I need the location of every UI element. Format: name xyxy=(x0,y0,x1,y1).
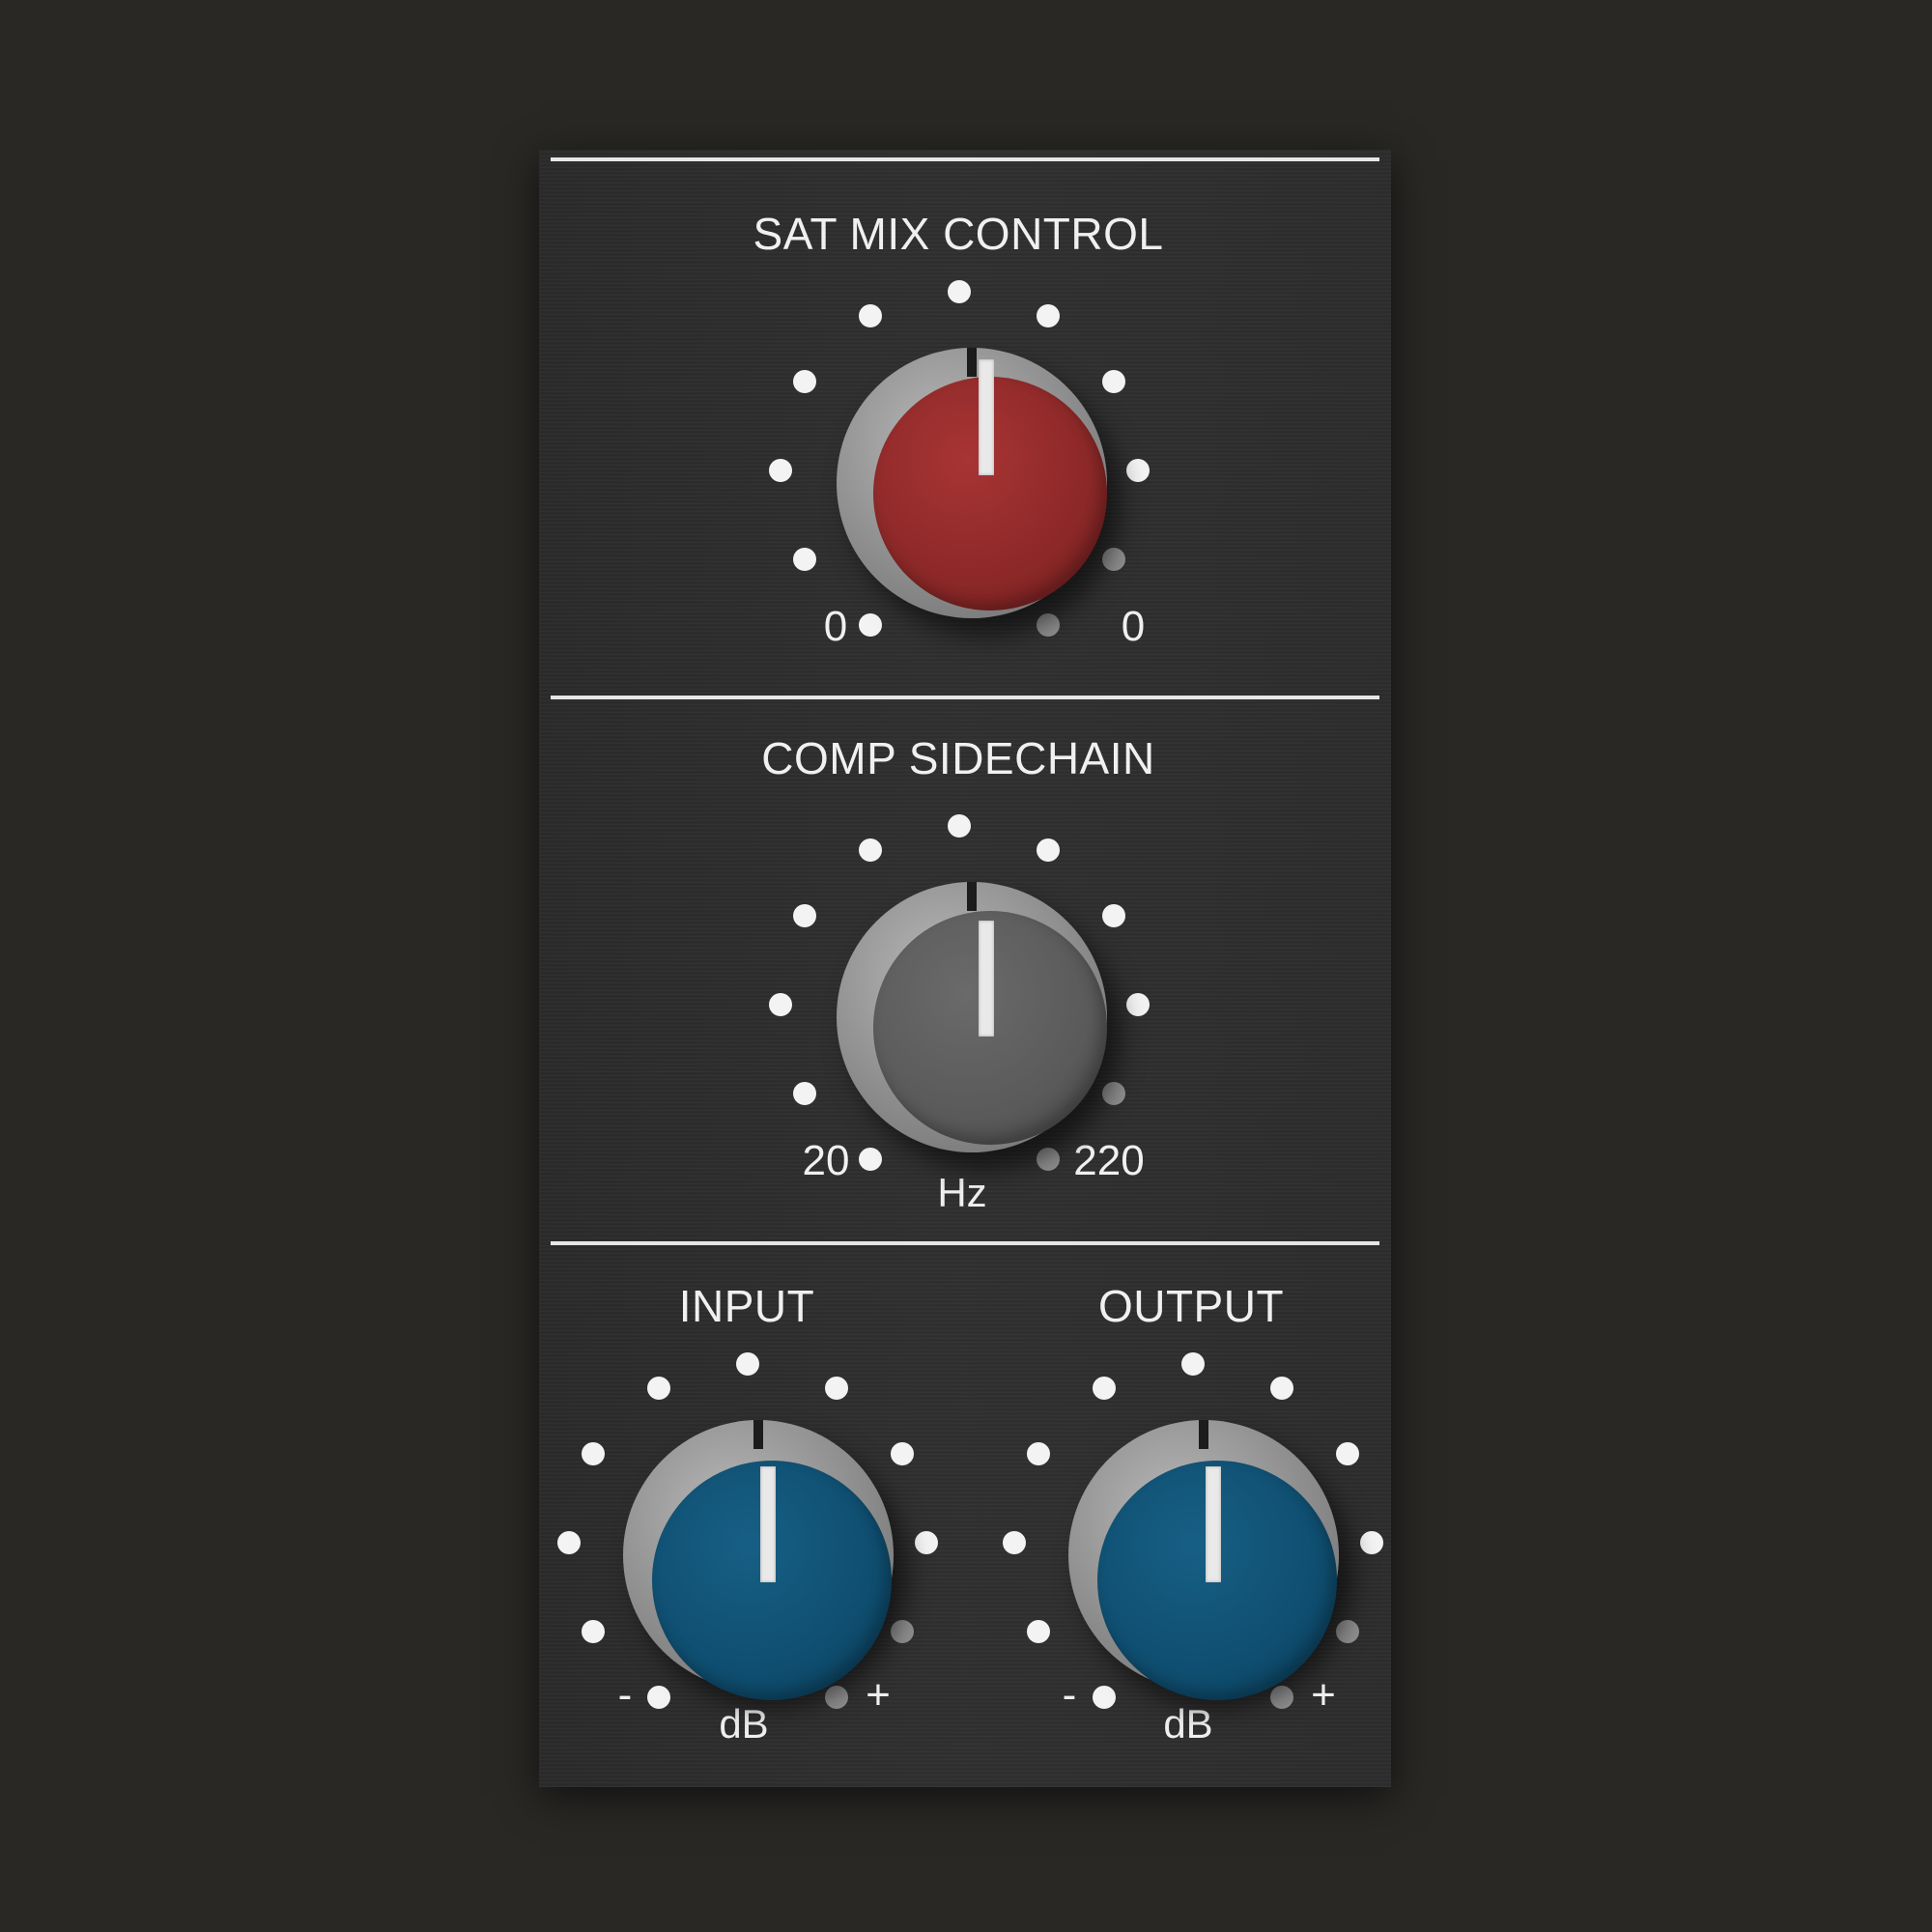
knob-pointer xyxy=(979,921,994,1037)
comp-sidechain-title: COMP SIDECHAIN xyxy=(761,733,1155,783)
scale-dot xyxy=(1027,1442,1050,1465)
input-knob[interactable] xyxy=(623,1420,894,1700)
divider-1 xyxy=(551,696,1379,699)
knob-notch xyxy=(1199,1420,1208,1449)
scale-dot xyxy=(859,1148,882,1171)
scale-dot xyxy=(825,1377,848,1400)
scale-dot xyxy=(1003,1531,1026,1554)
scale-dot xyxy=(1336,1442,1359,1465)
comp-sidechain-max-label: 220 xyxy=(1073,1137,1145,1184)
input-min-label: - xyxy=(617,1671,633,1719)
scale-dot xyxy=(859,304,882,327)
scale-dot xyxy=(948,280,971,303)
comp-sidechain-min-label: 20 xyxy=(802,1137,850,1184)
knob-pointer xyxy=(760,1466,776,1582)
scale-dot xyxy=(1037,838,1060,862)
scale-dot xyxy=(891,1620,914,1643)
scale-dot xyxy=(793,1082,816,1105)
scale-dot xyxy=(859,613,882,637)
output-max-label: + xyxy=(1311,1671,1336,1719)
scale-dot xyxy=(948,814,971,838)
scale-dot xyxy=(1037,613,1060,637)
scale-dot xyxy=(557,1531,581,1554)
scale-dot xyxy=(1126,993,1150,1016)
scale-dot xyxy=(647,1377,670,1400)
scale-dot xyxy=(1102,904,1125,927)
scale-dot xyxy=(582,1620,605,1643)
scale-dot xyxy=(769,993,792,1016)
scale-dot xyxy=(1270,1377,1293,1400)
knob-pointer xyxy=(979,359,994,475)
scale-dot xyxy=(793,904,816,927)
scale-dot xyxy=(1126,459,1150,482)
scale-dot xyxy=(582,1442,605,1465)
scale-dot xyxy=(1102,548,1125,571)
scale-dot xyxy=(647,1686,670,1709)
scale-dot xyxy=(1102,370,1125,393)
sat-mix-min-label: 0 xyxy=(823,603,848,650)
sat-mix-max-label: 0 xyxy=(1121,603,1146,650)
input-unit: dB xyxy=(719,1701,769,1747)
output-title: OUTPUT xyxy=(1097,1281,1285,1331)
scale-dot xyxy=(1037,304,1060,327)
input-title: INPUT xyxy=(678,1281,815,1331)
output-knob[interactable] xyxy=(1068,1420,1339,1700)
input-max-label: + xyxy=(866,1671,891,1719)
sat-mix-title: SAT MIX CONTROL xyxy=(753,209,1164,259)
divider-2 xyxy=(551,1241,1379,1245)
scale-dot xyxy=(891,1442,914,1465)
scale-dot xyxy=(1027,1620,1050,1643)
knob-notch xyxy=(967,348,977,377)
top-divider xyxy=(551,157,1379,161)
scale-dot xyxy=(1037,1148,1060,1171)
sat-mix-knob[interactable] xyxy=(837,348,1107,618)
scale-dot xyxy=(793,548,816,571)
scale-dot xyxy=(793,370,816,393)
knob-pointer xyxy=(1206,1466,1221,1582)
scale-dot xyxy=(1360,1531,1383,1554)
scale-dot xyxy=(1093,1686,1116,1709)
scale-dot xyxy=(1102,1082,1125,1105)
comp-sidechain-unit: Hz xyxy=(937,1170,987,1215)
scale-dot xyxy=(825,1686,848,1709)
scale-dot xyxy=(1093,1377,1116,1400)
scale-dot xyxy=(915,1531,938,1554)
scale-dot xyxy=(1336,1620,1359,1643)
scale-dot xyxy=(769,459,792,482)
knob-notch xyxy=(753,1420,763,1449)
scale-dot xyxy=(859,838,882,862)
knob-notch xyxy=(967,882,977,911)
output-min-label: - xyxy=(1062,1671,1077,1719)
plugin-panel: SAT MIX CONTROL 0 0 COMP SIDECHAIN 20 22… xyxy=(539,150,1391,1787)
comp-sidechain-knob[interactable] xyxy=(837,882,1107,1152)
scale-dot xyxy=(1270,1686,1293,1709)
output-unit: dB xyxy=(1163,1701,1213,1747)
scale-dot xyxy=(736,1352,759,1376)
scale-dot xyxy=(1181,1352,1205,1376)
